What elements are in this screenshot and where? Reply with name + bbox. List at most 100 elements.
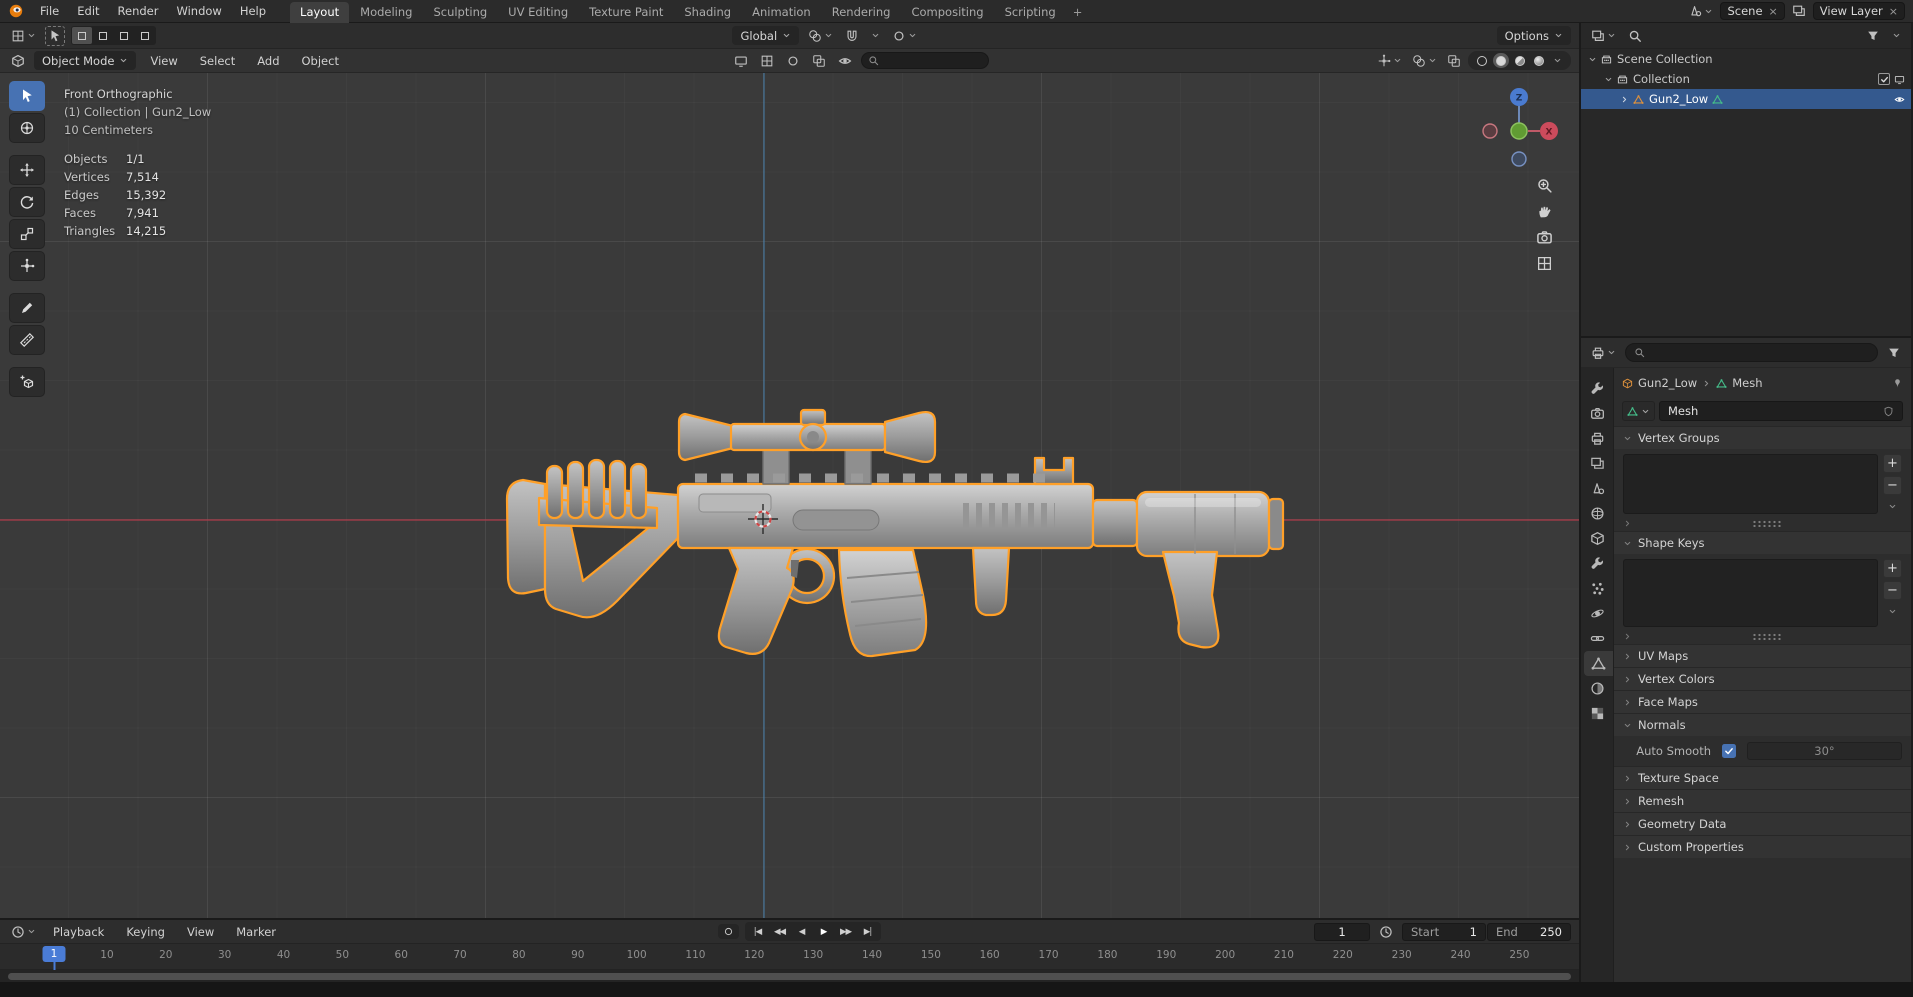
tool-cursor[interactable] — [9, 113, 45, 143]
scene-browse-button[interactable] — [1685, 2, 1716, 20]
mesh-name-field[interactable]: Mesh — [1659, 401, 1903, 421]
outliner-row-gun2-low[interactable]: Gun2_Low — [1581, 89, 1911, 109]
list-resize-grip[interactable] — [1752, 520, 1782, 527]
panel-header-vertex-groups[interactable]: Vertex Groups — [1614, 426, 1911, 449]
vertex-groups-list[interactable] — [1623, 454, 1878, 514]
workspace-tab-texture-paint[interactable]: Texture Paint — [579, 2, 673, 23]
menu-object[interactable]: Object — [294, 52, 347, 70]
panel-header-texture-space[interactable]: Texture Space — [1614, 766, 1911, 789]
shading-wireframe-button[interactable] — [1474, 53, 1490, 68]
viewport-toggle-icon-4[interactable] — [809, 52, 829, 70]
current-frame-field[interactable]: 1 — [1314, 923, 1370, 941]
editor-type-button[interactable] — [8, 27, 39, 45]
tool-annotate[interactable] — [9, 293, 45, 323]
frame-start-field[interactable]: Start1 — [1402, 923, 1486, 941]
vertex-group-specials-button[interactable] — [1888, 500, 1897, 514]
tool-transform[interactable] — [9, 251, 45, 281]
tab-material[interactable] — [1581, 676, 1613, 701]
tab-modifiers[interactable] — [1581, 551, 1613, 576]
ortho-grid-button[interactable] — [1536, 255, 1553, 272]
gizmo-y-axis[interactable] — [1511, 123, 1527, 139]
previous-keyframe-button[interactable]: ◀◀ — [769, 923, 791, 940]
next-keyframe-button[interactable]: ▶▶ — [835, 923, 857, 940]
menu-help[interactable]: Help — [232, 2, 274, 20]
tab-physics[interactable] — [1581, 601, 1613, 626]
zoom-button[interactable] — [1536, 177, 1553, 194]
menu-add[interactable]: Add — [249, 52, 287, 70]
tab-tool[interactable] — [1581, 376, 1613, 401]
list-resize-grip[interactable] — [1752, 633, 1782, 640]
gun-model[interactable] — [495, 398, 1295, 678]
workspace-tab-animation[interactable]: Animation — [742, 2, 821, 23]
transform-pivot-dropdown[interactable] — [805, 27, 836, 45]
menu-select[interactable]: Select — [192, 52, 243, 70]
preview-range-button[interactable] — [1376, 923, 1396, 941]
gizmo-neg-z-axis[interactable] — [1512, 152, 1526, 166]
tool-rotate[interactable] — [9, 187, 45, 217]
show-gizmo-toggle[interactable] — [1374, 52, 1405, 70]
subpanel-toggle-icon[interactable] — [1623, 632, 1632, 641]
shape-key-specials-button[interactable] — [1888, 605, 1897, 619]
workspace-tab-scripting[interactable]: Scripting — [995, 2, 1066, 23]
panel-header-face-maps[interactable]: Face Maps — [1614, 690, 1911, 713]
shading-material-button[interactable] — [1512, 53, 1528, 68]
collection-render-icon[interactable] — [1894, 74, 1905, 85]
viewport-toggle-icon-1[interactable] — [731, 52, 751, 70]
view-layer-remove-button[interactable]: × — [1889, 5, 1898, 18]
workspace-tab-sculpting[interactable]: Sculpting — [423, 2, 497, 23]
camera-view-button[interactable] — [1536, 229, 1553, 246]
outliner-search-icon[interactable] — [1625, 27, 1645, 45]
menu-keying[interactable]: Keying — [118, 923, 173, 941]
pin-id-button[interactable] — [1892, 378, 1903, 389]
shape-key-add-button[interactable]: + — [1883, 559, 1902, 578]
panel-header-remesh[interactable]: Remesh — [1614, 789, 1911, 812]
tab-world[interactable] — [1581, 501, 1613, 526]
snap-settings-dropdown[interactable] — [868, 29, 883, 42]
outliner-display-mode-button[interactable] — [1588, 27, 1619, 45]
menu-playback[interactable]: Playback — [45, 923, 112, 941]
panel-header-custom-properties[interactable]: Custom Properties — [1614, 835, 1911, 858]
workspace-tab-compositing[interactable]: Compositing — [901, 2, 993, 23]
timeline-scrollbar-thumb[interactable] — [8, 973, 1571, 980]
add-workspace-button[interactable]: + — [1067, 2, 1089, 23]
select-mode-new-button[interactable] — [72, 27, 92, 44]
jump-to-end-button[interactable]: ▶| — [857, 923, 879, 940]
tool-add-cube[interactable] — [9, 367, 45, 397]
fake-user-shield-icon[interactable] — [1883, 406, 1894, 417]
outliner-filter-icon[interactable] — [1863, 27, 1883, 45]
menu-file[interactable]: File — [32, 2, 67, 20]
breadcrumb-data[interactable]: Mesh — [1732, 376, 1762, 390]
properties-editor-type-button[interactable] — [1588, 344, 1619, 362]
properties-filter-icon[interactable] — [1884, 344, 1904, 362]
outliner-row-scene-collection[interactable]: Scene Collection — [1581, 49, 1911, 69]
panel-header-vertex-colors[interactable]: Vertex Colors — [1614, 667, 1911, 690]
view-layer-icon[interactable] — [1789, 2, 1809, 20]
breadcrumb-object[interactable]: Gun2_Low — [1638, 376, 1697, 390]
play-button[interactable]: ▶ — [813, 923, 835, 940]
shape-keys-list[interactable] — [1623, 559, 1878, 627]
timeline-scrollbar[interactable] — [0, 970, 1579, 982]
workspace-tab-modeling[interactable]: Modeling — [350, 2, 422, 23]
shading-rendered-button[interactable] — [1531, 53, 1547, 68]
visibility-eye-icon[interactable] — [1894, 94, 1905, 105]
scene-unlink-button[interactable]: × — [1769, 5, 1778, 18]
xray-toggle[interactable] — [1444, 52, 1464, 70]
menu-view[interactable]: View — [142, 52, 185, 70]
navigation-gizmo[interactable]: Z X — [1479, 83, 1559, 169]
timeline-editor-type-button[interactable] — [8, 923, 39, 941]
panel-header-shape-keys[interactable]: Shape Keys — [1614, 531, 1911, 554]
properties-search-input[interactable] — [1625, 343, 1878, 362]
panel-header-geometry-data[interactable]: Geometry Data — [1614, 812, 1911, 835]
scene-selector[interactable]: Scene × — [1720, 2, 1784, 20]
workspace-tab-uv-editing[interactable]: UV Editing — [498, 2, 578, 23]
snap-toggle-button[interactable] — [842, 27, 862, 45]
collection-checkbox[interactable] — [1878, 73, 1890, 85]
viewport-search-field[interactable] — [861, 52, 989, 69]
workspace-tab-rendering[interactable]: Rendering — [822, 2, 901, 23]
tab-output[interactable] — [1581, 426, 1613, 451]
viewport-toggle-icon-5[interactable] — [835, 52, 855, 70]
play-reverse-button[interactable]: ◀ — [791, 923, 813, 940]
vertex-group-remove-button[interactable]: − — [1883, 476, 1902, 495]
proportional-editing-toggle[interactable] — [889, 27, 920, 45]
select-mode-subtract-button[interactable] — [114, 27, 134, 44]
